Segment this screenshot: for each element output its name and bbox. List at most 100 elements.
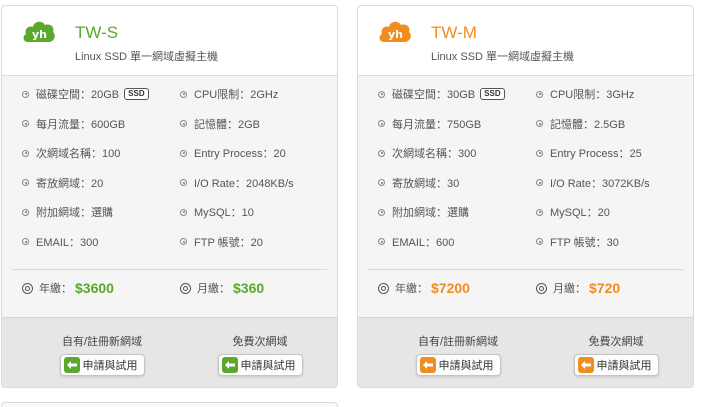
plan-header: yh TW-M Linux SSD 單一網域虛擬主機 [358, 6, 693, 76]
coin-icon [22, 282, 33, 294]
spec-list: 磁碟空間：20GB SSD CPU限制：2GHz 每月流量：600GB 記憶體：2… [2, 77, 337, 255]
coin-icon [180, 282, 191, 294]
coin-icon [378, 282, 389, 294]
apply-trial-button[interactable]: 申請與試用 [573, 354, 659, 376]
spec-item: 次網域名稱：100 [22, 145, 120, 161]
spec-list: 磁碟空間：30GB SSD CPU限制：3GHz 每月流量：750GB 記憶體：2… [358, 77, 693, 255]
bullet-icon [180, 238, 187, 246]
spec-item: FTP 帳號：30 [536, 234, 619, 250]
apply-trial-label: 申請與試用 [82, 360, 138, 372]
price-monthly: 月繳： $360 [180, 280, 264, 296]
spec-item: 次網域名稱：300 [378, 145, 476, 161]
spec-item: 附加網域：選購 [378, 204, 469, 220]
action-label: 免費次網域 [232, 336, 288, 348]
action-own-domain: 自有/註冊新網域 申請與試用 [398, 333, 518, 376]
action-label: 自有/註冊新網域 [61, 336, 143, 348]
price-yearly: 年繳： $3600 [22, 280, 114, 296]
spec-item: EMAIL：300 [22, 234, 98, 250]
hosting-plans-page: yh TW-S Linux SSD 單一網域虛擬主機 磁碟空間：20GB SSD … [0, 0, 720, 407]
apply-trial-button[interactable]: 申請與試用 [59, 354, 145, 376]
apply-trial-label: 申請與試用 [596, 360, 652, 372]
price-row: 年繳： $3600 月繳： $360 [12, 269, 327, 299]
spec-item: MySQL：10 [180, 204, 254, 220]
price-row: 年繳： $7200 月繳： $720 [368, 269, 683, 299]
spec-item: I/O Rate：3072KB/s [536, 175, 650, 191]
spec-item: 磁碟空間：30GB SSD [378, 86, 505, 102]
bullet-icon [22, 208, 29, 216]
bullet-icon [378, 179, 385, 187]
spec-item: 記憶體：2GB [180, 116, 260, 132]
plan-card-tw-m: yh TW-M Linux SSD 單一網域虛擬主機 磁碟空間：30GB SSD … [357, 5, 694, 388]
plan-header: yh TW-S Linux SSD 單一網域虛擬主機 [2, 6, 337, 76]
spec-item: Entry Process：25 [536, 145, 642, 161]
action-free-subdomain: 免費次網域 申請與試用 [556, 333, 676, 376]
svg-text:yh: yh [32, 28, 47, 41]
spec-item: EMAIL：600 [378, 234, 454, 250]
bullet-icon [22, 179, 29, 187]
apply-trial-label: 申請與試用 [438, 360, 494, 372]
plan-name: TW-M [431, 23, 477, 42]
bullet-icon [180, 208, 187, 216]
price-amount: $3600 [75, 280, 114, 296]
bullet-icon [180, 179, 187, 187]
apply-trial-button[interactable]: 申請與試用 [217, 354, 303, 376]
action-label: 自有/註冊新網域 [417, 336, 499, 348]
spec-item: 磁碟空間：20GB SSD [22, 86, 149, 102]
bullet-icon [180, 90, 187, 98]
bullet-icon [378, 238, 385, 246]
bullet-icon [378, 90, 385, 98]
spec-item: CPU限制：2GHz [180, 86, 278, 102]
ssd-badge: SSD [124, 88, 149, 100]
plan-name: TW-S [75, 23, 119, 42]
spec-item: FTP 帳號：20 [180, 234, 263, 250]
action-free-subdomain: 免費次網域 申請與試用 [200, 333, 320, 376]
bullet-icon [536, 120, 543, 128]
bullet-icon [378, 149, 385, 157]
bullet-icon [22, 238, 29, 246]
spec-item: I/O Rate：2048KB/s [180, 175, 294, 191]
cloud-logo-icon: yh [22, 18, 56, 46]
price-amount: $720 [589, 280, 621, 296]
spec-item: 寄放網域：20 [22, 175, 103, 191]
price-monthly: 月繳： $720 [536, 280, 620, 296]
bullet-icon [536, 90, 543, 98]
bullet-icon [378, 208, 385, 216]
spec-item: 記憶體：2.5GB [536, 116, 625, 132]
plan-subtitle: Linux SSD 單一網域虛擬主機 [431, 51, 575, 63]
next-plan-card-edge [1, 402, 338, 407]
pointing-hand-icon [419, 357, 436, 373]
bullet-icon [22, 149, 29, 157]
cloud-logo-icon: yh [378, 18, 412, 46]
pointing-hand-icon [63, 357, 80, 373]
price-amount: $360 [233, 280, 265, 296]
spec-item: 每月流量：750GB [378, 116, 481, 132]
ssd-badge: SSD [480, 88, 505, 100]
bullet-icon [180, 149, 187, 157]
bullet-icon [536, 238, 543, 246]
action-label: 免費次網域 [588, 336, 644, 348]
plan-subtitle: Linux SSD 單一網域虛擬主機 [75, 51, 219, 63]
apply-trial-label: 申請與試用 [240, 360, 296, 372]
coin-icon [536, 282, 547, 294]
action-panel: 自有/註冊新網域 申請與試用 免費次網域 申請與試用 [358, 317, 693, 387]
price-amount: $7200 [431, 280, 470, 296]
spec-item: MySQL：20 [536, 204, 610, 220]
bullet-icon [536, 179, 543, 187]
bullet-icon [180, 120, 187, 128]
spec-item: 每月流量：600GB [22, 116, 125, 132]
spec-item: Entry Process：20 [180, 145, 286, 161]
spec-item: CPU限制：3GHz [536, 86, 634, 102]
bullet-icon [536, 208, 543, 216]
bullet-icon [536, 149, 543, 157]
bullet-icon [22, 120, 29, 128]
pointing-hand-icon [221, 357, 238, 373]
spec-item: 寄放網域：30 [378, 175, 459, 191]
bullet-icon [378, 120, 385, 128]
pointing-hand-icon [577, 357, 594, 373]
bullet-icon [22, 90, 29, 98]
apply-trial-button[interactable]: 申請與試用 [415, 354, 501, 376]
action-panel: 自有/註冊新網域 申請與試用 免費次網域 申請與試用 [2, 317, 337, 387]
spec-item: 附加網域：選購 [22, 204, 113, 220]
svg-text:yh: yh [388, 28, 403, 41]
price-yearly: 年繳： $7200 [378, 280, 470, 296]
